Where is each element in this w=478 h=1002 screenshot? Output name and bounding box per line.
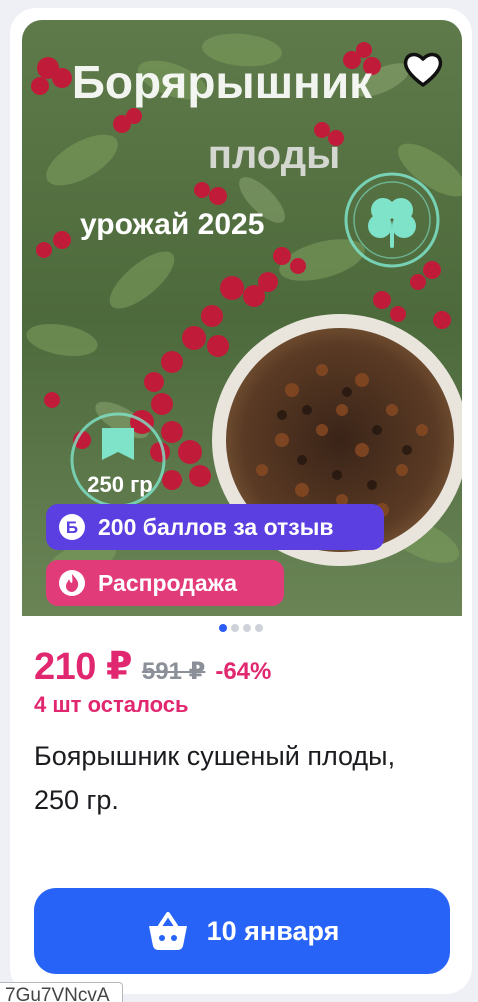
- current-price: 210 ₽: [34, 646, 132, 688]
- carousel-dot[interactable]: [219, 624, 227, 632]
- add-to-cart-label: 10 января: [206, 915, 340, 946]
- stock-remaining: 4 шт осталось: [34, 692, 189, 717]
- carousel-dot[interactable]: [255, 624, 263, 632]
- tooltip: 7Gu7VNcvA: [0, 982, 123, 1002]
- price-row: 210 ₽ 591 ₽ -64%: [34, 644, 271, 689]
- basket-icon: [148, 912, 187, 950]
- add-to-cart-button[interactable]: 10 января: [34, 888, 450, 974]
- fire-icon: [59, 570, 85, 596]
- svg-text:Б: Б: [66, 518, 78, 537]
- overlay-title-line1: Борярышник: [72, 56, 373, 108]
- product-photo[interactable]: Борярышник плоды урожай 2025 250 гр Б 20…: [22, 20, 462, 616]
- product-card[interactable]: Борярышник плоды урожай 2025 250 гр Б 20…: [10, 8, 472, 994]
- overlay-weight: 250 гр: [87, 472, 152, 497]
- overlay-harvest: урожай 2025: [80, 208, 264, 241]
- sale-badge-label: Распродажа: [98, 569, 238, 596]
- carousel-dot[interactable]: [231, 624, 239, 632]
- carousel-dots[interactable]: [10, 624, 472, 632]
- discount-percent: -64%: [215, 658, 272, 685]
- bonus-badge: Б 200 баллов за отзыв: [46, 504, 384, 550]
- sale-badge: Распродажа: [46, 560, 284, 606]
- bonus-badge-label: 200 баллов за отзыв: [98, 513, 334, 540]
- carousel-dot[interactable]: [243, 624, 251, 632]
- product-title[interactable]: Боярышник сушеный плоды, 250 гр.: [34, 734, 434, 822]
- heart-icon: [403, 52, 443, 87]
- old-price: 591 ₽: [141, 658, 206, 685]
- favorite-button[interactable]: [400, 46, 446, 92]
- overlay-title-line2: плоды: [208, 133, 341, 177]
- bonus-points-icon: Б: [59, 514, 85, 540]
